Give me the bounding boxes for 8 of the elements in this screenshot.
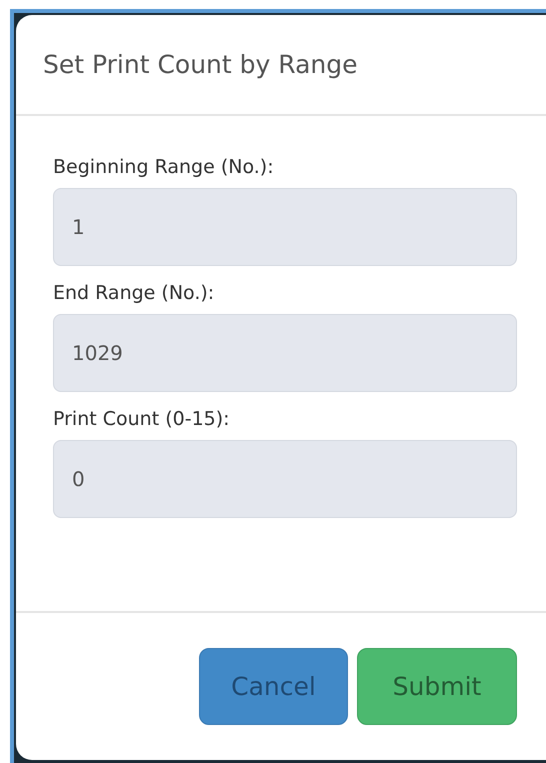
- field-label: Beginning Range (No.):: [53, 156, 275, 178]
- input-field[interactable]: 1: [53, 188, 517, 266]
- field-label: End Range (No.):: [53, 282, 216, 304]
- input-field[interactable]: 1029: [53, 314, 517, 392]
- dialog-title: Set Print Count by Range: [43, 50, 358, 79]
- input-field[interactable]: 0: [53, 440, 517, 518]
- field-label: Print Count (0-15):: [53, 408, 231, 430]
- submit-button[interactable]: Submit: [357, 648, 517, 725]
